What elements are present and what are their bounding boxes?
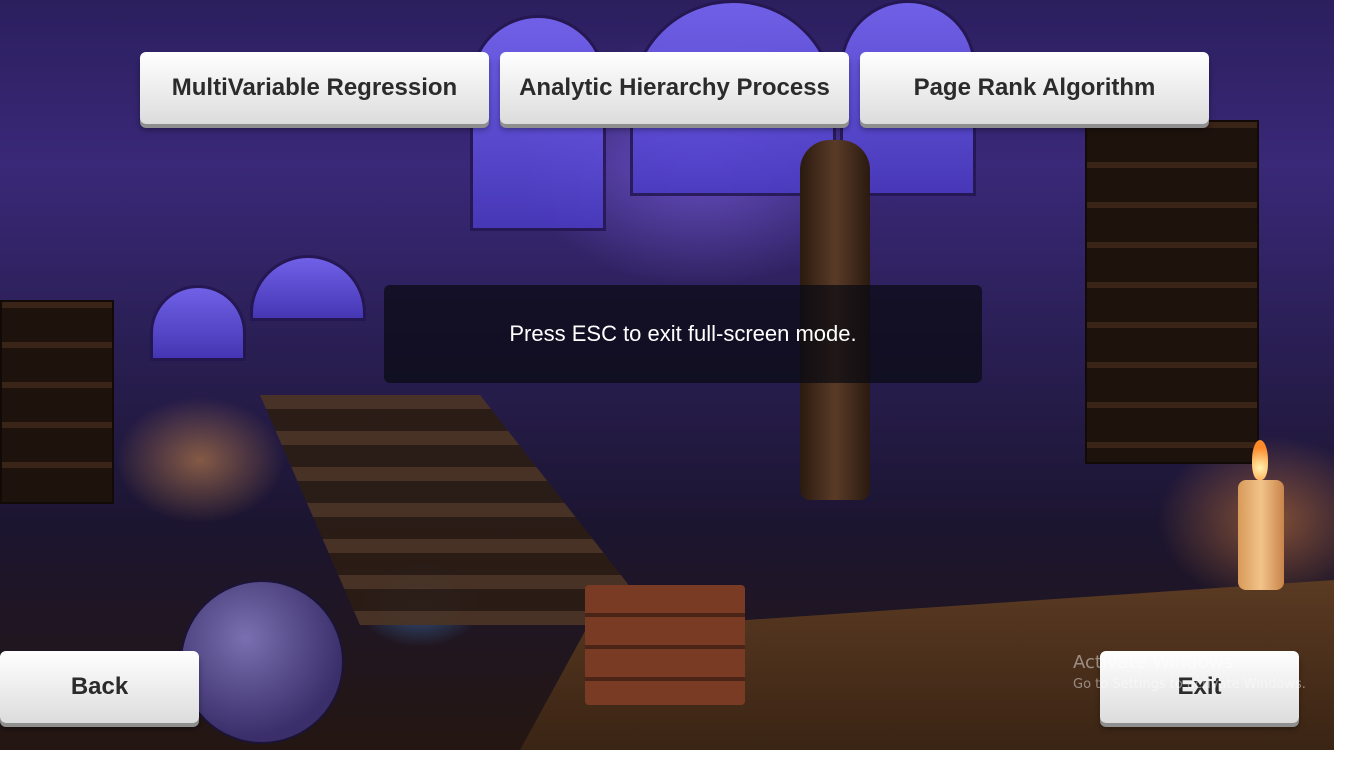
book-stack [585,585,745,705]
back-button[interactable]: Back [0,651,199,723]
exit-button[interactable]: Exit [1100,651,1299,723]
bookshelf-left [0,300,114,504]
stained-glass-window-mid [250,255,366,321]
analytic-hierarchy-process-button[interactable]: Analytic Hierarchy Process [500,52,849,124]
fullscreen-toast-message: Press ESC to exit full-screen mode. [509,321,857,346]
bookshelf-right [1085,120,1259,464]
stained-glass-window-left [150,285,246,361]
candle [1238,480,1284,590]
library-background: MultiVariable Regression Analytic Hierar… [0,0,1334,750]
globe [180,580,344,744]
candle-flame [1252,440,1268,480]
multivariable-regression-button[interactable]: MultiVariable Regression [140,52,489,124]
fullscreen-toast: Press ESC to exit full-screen mode. [384,285,982,383]
page-rank-algorithm-button[interactable]: Page Rank Algorithm [860,52,1209,124]
